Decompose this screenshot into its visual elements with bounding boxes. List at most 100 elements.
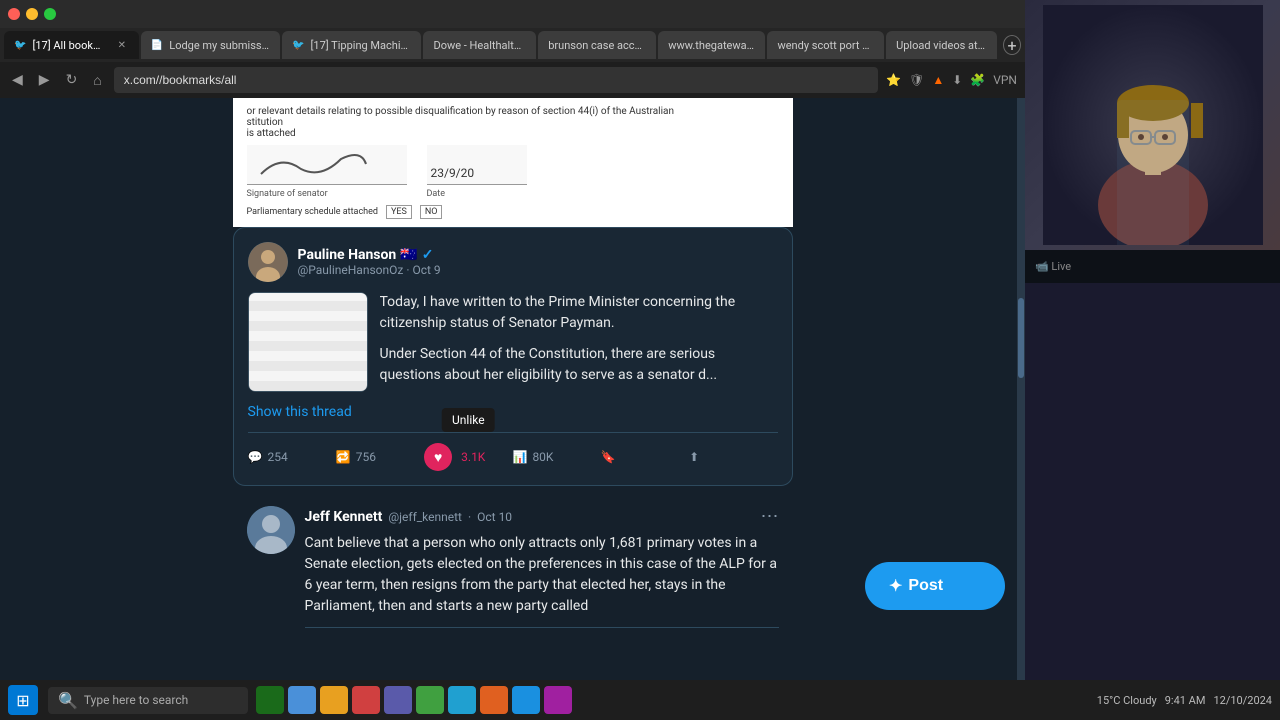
post-label: Post — [908, 577, 943, 595]
extensions-icon[interactable]: 🧩 — [970, 73, 985, 87]
taskbar-search-text: Type here to search — [84, 693, 188, 707]
tab-dowe[interactable]: Dowe - Healthaltern... — [423, 31, 536, 59]
browser-tabs: 🐦 [17] All bookmarks ✕ 📄 Lodge my submis… — [0, 28, 1025, 62]
tab-upload[interactable]: Upload videos at th... — [886, 31, 997, 59]
post-button[interactable]: ✦ Post — [865, 562, 1005, 610]
bookmark-action[interactable]: 🔖 — [601, 450, 689, 464]
date-block: 23/9/20 Date — [427, 145, 527, 199]
signature-image — [247, 145, 407, 185]
share-icon: ⬆ — [689, 450, 699, 464]
tweet-text: Today, I have written to the Prime Minis… — [380, 292, 778, 396]
tweet-header: Pauline Hanson 🇦🇺 ✓ @PaulineHansonOz · O… — [248, 242, 778, 282]
weather-info: 15°C Cloudy — [1097, 694, 1157, 707]
scroll-thumb[interactable] — [1018, 298, 1024, 378]
tweet-document-image — [248, 292, 368, 392]
date-display: 12/10/2024 — [1213, 694, 1272, 707]
tab-tipping[interactable]: 🐦 [17] Tipping Machines... — [282, 31, 421, 59]
tweet-author-info: Pauline Hanson 🇦🇺 ✓ @PaulineHansonOz · O… — [298, 247, 778, 277]
pauline-body-text1: Today, I have written to the Prime Minis… — [380, 292, 778, 334]
taskbar-app-9[interactable] — [512, 686, 540, 714]
flag-emoji: 🇦🇺 — [400, 247, 417, 263]
show-thread-link[interactable]: Show this thread — [248, 396, 778, 420]
jeff-handle: @jeff_kennett — [388, 510, 462, 524]
doc-text-2: stitution — [247, 117, 779, 128]
browser-titlebar — [0, 0, 1025, 28]
tab-bookmarks[interactable]: 🐦 [17] All bookmarks ✕ — [4, 31, 139, 59]
taskbar-search[interactable]: 🔍 Type here to search — [48, 687, 248, 714]
doc-text-1: or relevant details relating to possible… — [247, 106, 779, 117]
back-button[interactable]: ◀ — [8, 70, 27, 90]
vpn-label[interactable]: VPN — [993, 73, 1017, 87]
tab-wendy[interactable]: wendy scott port ath... — [767, 31, 884, 59]
unlike-tooltip: Unlike — [442, 408, 495, 432]
reply-action[interactable]: 💬 254 — [248, 450, 336, 464]
start-button-area: ⊞ — [8, 685, 38, 715]
address-input[interactable] — [114, 67, 878, 93]
like-button[interactable]: ♥ — [424, 443, 452, 471]
taskbar: ⊞ 🔍 Type here to search 15°C Cloudy 9:41… — [0, 680, 1280, 720]
taskbar-app-3[interactable] — [320, 686, 348, 714]
like-action[interactable]: ♥ 3.1K Unlike — [424, 443, 512, 471]
signature-label: Signature of senator — [247, 189, 407, 199]
jeff-date: · — [468, 510, 471, 524]
share-action[interactable]: ⬆ — [689, 450, 777, 464]
taskbar-app-8[interactable] — [480, 686, 508, 714]
views-count: 80K — [532, 450, 553, 464]
browser-content: or relevant details relating to possible… — [0, 98, 1025, 680]
pauline-body-text2: Under Section 44 of the Constitution, th… — [380, 344, 778, 386]
jeff-tweet-header: Jeff Kennett @jeff_kennett · Oct 10 ⋯ — [305, 506, 779, 527]
jeff-more-button[interactable]: ⋯ — [761, 506, 779, 527]
taskbar-app-10[interactable] — [544, 686, 572, 714]
date-value: 23/9/20 — [427, 145, 527, 185]
bookmark-icon-tweet: 🔖 — [601, 450, 616, 464]
time-display: 9:41 AM — [1165, 694, 1206, 707]
pauline-handle: @PaulineHansonOz · Oct 9 — [298, 263, 778, 277]
new-tab-button[interactable]: + — [1003, 35, 1021, 55]
forward-button[interactable]: ▶ — [35, 70, 54, 90]
tab-brunson[interactable]: brunson case accept... — [538, 31, 656, 59]
verified-icon: ✓ — [422, 247, 434, 263]
jeff-body: Cant believe that a person who only attr… — [305, 533, 779, 617]
taskbar-app-2[interactable] — [288, 686, 316, 714]
shield-icon[interactable]: 🛡 — [909, 73, 924, 87]
heart-icon: ♥ — [434, 449, 442, 466]
tab-lodge[interactable]: 📄 Lodge my submission... — [141, 31, 280, 59]
attachment-row: Parliamentary schedule attached YES NO — [247, 205, 779, 219]
attachment-text: Parliamentary schedule attached — [247, 207, 378, 217]
jeff-avatar — [247, 506, 295, 554]
views-action[interactable]: 📊 80K — [512, 450, 600, 464]
taskbar-app-4[interactable] — [352, 686, 380, 714]
start-button[interactable]: ⊞ — [8, 685, 38, 715]
taskbar-system-tray: 15°C Cloudy 9:41 AM 12/10/2024 — [1097, 694, 1272, 707]
pauline-name: Pauline Hanson 🇦🇺 ✓ — [298, 247, 778, 263]
retweet-icon: 🔁 — [336, 450, 351, 464]
like-count: 3.1K — [461, 450, 485, 464]
tab-gateway[interactable]: www.thegatewayp... — [658, 31, 765, 59]
views-icon: 📊 — [512, 450, 527, 464]
taskbar-app-7[interactable] — [448, 686, 476, 714]
jeff-kennett-tweet: Jeff Kennett @jeff_kennett · Oct 10 ⋯ Ca… — [233, 494, 793, 628]
taskbar-app-6[interactable] — [416, 686, 444, 714]
download-icon[interactable]: ⬇ — [952, 73, 962, 87]
signature-block: Signature of senator — [247, 145, 407, 199]
post-icon: ✦ — [889, 576, 902, 596]
warning-icon[interactable]: ▲ — [932, 73, 944, 87]
webcam-feed — [1025, 0, 1280, 250]
taskbar-app-5[interactable] — [384, 686, 412, 714]
bookmark-icon[interactable]: ⭐ — [886, 73, 901, 87]
tab-close-button[interactable]: ✕ — [115, 38, 129, 52]
pauline-avatar — [248, 242, 288, 282]
reply-count: 254 — [267, 450, 287, 464]
refresh-button[interactable]: ↻ — [62, 70, 82, 90]
webcam-panel: 📹 Live — [1025, 0, 1280, 680]
scroll-bar[interactable] — [1017, 98, 1025, 680]
home-button[interactable]: ⌂ — [89, 70, 105, 91]
retweet-count: 756 — [356, 450, 376, 464]
taskbar-app-1[interactable] — [256, 686, 284, 714]
jeff-tweet-actions: 💬 414 🔁 300 🤍 2.6K — [305, 627, 779, 628]
retweet-action[interactable]: 🔁 756 — [336, 450, 424, 464]
jeff-tweet-content: Jeff Kennett @jeff_kennett · Oct 10 ⋯ Ca… — [305, 506, 779, 628]
taskbar-apps — [256, 686, 572, 714]
no-checkbox: NO — [420, 205, 443, 219]
feed-container[interactable]: or relevant details relating to possible… — [0, 98, 1025, 628]
